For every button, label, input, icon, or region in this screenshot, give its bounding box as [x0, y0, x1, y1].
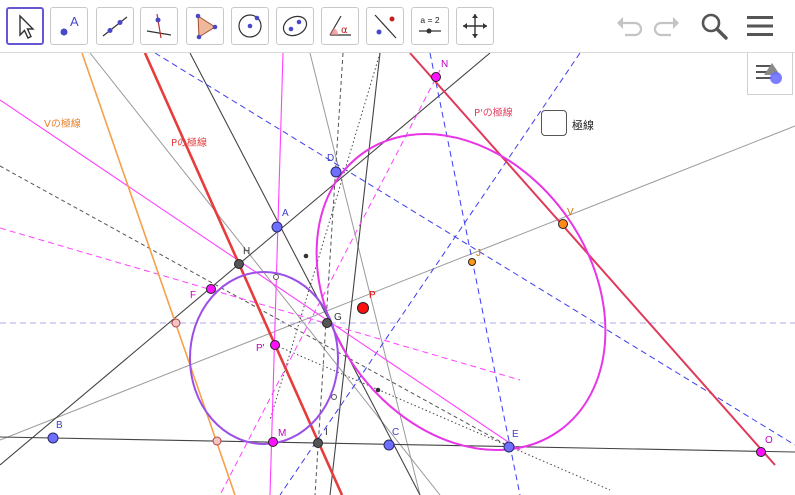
aux-point-1[interactable]	[303, 253, 309, 259]
circle-tool-button[interactable]	[231, 7, 269, 45]
label-p-prime: P'	[256, 343, 265, 354]
label-p-polar: Pの極線	[171, 136, 207, 149]
label-b: B	[56, 420, 63, 431]
pink-point-1[interactable]	[171, 318, 181, 328]
label-a: A	[282, 208, 289, 219]
label-j: J	[476, 248, 481, 259]
point-f[interactable]	[206, 284, 216, 294]
ellipse	[315, 133, 607, 451]
point-j[interactable]	[468, 258, 476, 266]
slider-tool-button[interactable]: a = 2	[411, 7, 449, 45]
redo-icon	[653, 17, 679, 37]
search-icon	[701, 13, 728, 40]
magenta-line-1	[0, 99, 521, 451]
point-o[interactable]	[756, 447, 766, 457]
point-d[interactable]	[330, 166, 342, 178]
dashed-blue-line-2	[429, 53, 521, 495]
perpendicular-line-tool-button[interactable]	[140, 7, 178, 45]
svg-text:α: α	[341, 25, 348, 36]
polar-line-v	[81, 53, 236, 495]
line-pv	[0, 125, 795, 441]
point-e[interactable]	[503, 441, 515, 453]
point-a[interactable]	[271, 221, 283, 233]
label-v-polar: Vの極線	[44, 117, 81, 130]
line-icon	[102, 16, 128, 37]
perpendicular-line-icon	[146, 13, 172, 39]
reflect-icon	[374, 14, 397, 39]
main-menu-button[interactable]	[743, 9, 777, 43]
label-p-prime-polar: P'の極線	[474, 106, 513, 119]
label-n: N	[441, 59, 448, 70]
point-tool-button[interactable]: A	[50, 7, 88, 45]
point-n[interactable]	[431, 72, 441, 82]
point-v[interactable]	[558, 219, 568, 229]
move-graphics-tool-button[interactable]	[456, 7, 494, 45]
reflect-tool-button[interactable]	[366, 7, 404, 45]
point-g[interactable]	[322, 318, 332, 328]
point-a-icon: A	[60, 14, 79, 36]
point-h[interactable]	[234, 259, 244, 269]
label-g: G	[334, 312, 342, 323]
polar-checkbox-label: 極線	[572, 119, 594, 132]
style-bar-icon	[756, 63, 782, 84]
search-button[interactable]	[697, 9, 731, 43]
point-p[interactable]	[357, 302, 369, 314]
label-o: O	[765, 435, 773, 446]
point-m[interactable]	[268, 437, 278, 447]
move-tool-button[interactable]	[6, 7, 44, 45]
undo-icon	[617, 17, 643, 37]
label-p: P	[369, 290, 376, 301]
move-graphics-icon	[463, 14, 487, 38]
style-bar-toggle[interactable]	[747, 53, 793, 95]
point-b[interactable]	[47, 432, 59, 444]
polar-line-p-prime	[409, 53, 776, 466]
label-m: M	[278, 428, 286, 439]
pointer-arrow-icon	[19, 14, 35, 39]
circle-conic	[189, 271, 339, 445]
aux-point-4[interactable]	[331, 394, 337, 400]
angle-tool-button[interactable]: α	[321, 7, 359, 45]
angle-icon: α	[329, 15, 351, 36]
pink-point-2[interactable]	[212, 436, 222, 446]
label-h: H	[243, 246, 250, 257]
graphics-view[interactable]: A B C D E F G H I J M N O P P' V Vの極線 Pの…	[0, 53, 795, 495]
polygon-icon	[195, 13, 218, 40]
ellipse-icon	[282, 15, 308, 37]
line-bc	[0, 436, 795, 453]
line-black-3	[329, 53, 381, 495]
label-v: V	[567, 207, 574, 218]
line-tool-button[interactable]	[96, 7, 134, 45]
dashed-line-2	[314, 53, 344, 495]
label-c: C	[392, 427, 399, 438]
svg-text:A: A	[70, 14, 79, 29]
point-c[interactable]	[383, 439, 395, 451]
slider-icon: a = 2	[419, 15, 441, 34]
dotted-line-1	[269, 53, 381, 421]
dashed-line-1	[0, 165, 511, 448]
gray-line-1	[89, 53, 441, 495]
polar-line-p	[143, 53, 344, 495]
aux-point-3[interactable]	[273, 274, 279, 280]
label-d: D	[327, 153, 334, 164]
svg-text:a = 2: a = 2	[420, 15, 439, 25]
circle-with-center-icon	[238, 14, 262, 38]
point-i[interactable]	[313, 438, 323, 448]
dotted-line-2	[274, 344, 611, 491]
toolbar: A α a = 2	[0, 0, 795, 53]
conic-tool-button[interactable]	[276, 7, 314, 45]
aux-point-2[interactable]	[375, 387, 381, 393]
label-i: I	[325, 427, 328, 438]
magenta-dashed-line-1	[0, 227, 521, 381]
undo-button[interactable]	[612, 9, 646, 43]
redo-button[interactable]	[650, 9, 684, 43]
label-f: F	[190, 290, 196, 301]
label-e: E	[512, 429, 519, 440]
polygon-tool-button[interactable]	[186, 7, 224, 45]
polar-checkbox[interactable]	[541, 110, 567, 136]
point-p-prime[interactable]	[270, 340, 280, 350]
hamburger-menu-icon	[747, 16, 773, 36]
